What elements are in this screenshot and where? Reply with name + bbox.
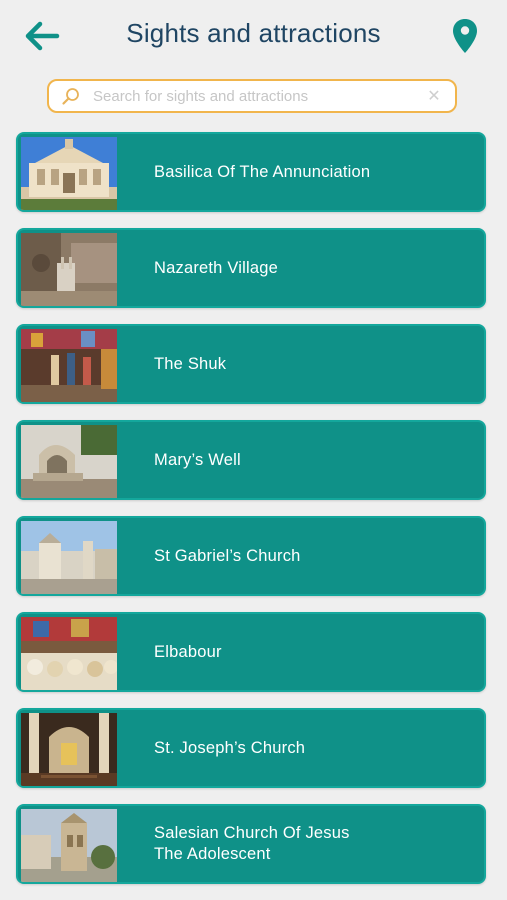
list-item[interactable]: Salesian Church Of Jesus The Adolescent bbox=[16, 804, 486, 884]
attraction-thumbnail bbox=[21, 713, 117, 786]
list-item[interactable]: St. Joseph’s Church bbox=[16, 708, 486, 788]
attraction-thumbnail bbox=[21, 425, 117, 498]
list-item[interactable]: Basilica Of The Annunciation bbox=[16, 132, 486, 212]
attraction-thumbnail bbox=[21, 329, 117, 402]
attraction-thumbnail bbox=[21, 521, 117, 594]
attraction-name: Basilica Of The Annunciation bbox=[154, 162, 371, 181]
list-item[interactable]: Elbabour bbox=[16, 612, 486, 692]
map-button[interactable] bbox=[450, 16, 480, 56]
attraction-thumbnail bbox=[21, 233, 117, 306]
search-bar: ✕ bbox=[47, 79, 457, 113]
clear-search-icon[interactable]: ✕ bbox=[423, 86, 445, 106]
map-pin-icon bbox=[453, 19, 477, 53]
attraction-name: St Gabriel’s Church bbox=[154, 546, 301, 565]
attraction-thumbnail bbox=[21, 809, 117, 882]
page-title: Sights and attractions bbox=[126, 18, 381, 48]
attraction-name: Elbabour bbox=[154, 642, 222, 661]
attractions-list: Basilica Of The Annunciation Nazareth Vi… bbox=[16, 132, 486, 900]
list-item[interactable]: Mary’s Well bbox=[16, 420, 486, 500]
search-icon bbox=[61, 86, 83, 106]
list-item[interactable]: Nazareth Village bbox=[16, 228, 486, 308]
attraction-name: Nazareth Village bbox=[154, 258, 278, 277]
attraction-name: St. Joseph’s Church bbox=[154, 738, 306, 757]
attraction-thumbnail bbox=[21, 137, 117, 210]
attraction-name: The Shuk bbox=[154, 354, 227, 373]
attraction-thumbnail bbox=[21, 617, 117, 690]
search-input[interactable] bbox=[93, 87, 423, 105]
list-item[interactable]: The Shuk bbox=[16, 324, 486, 404]
attraction-name: Salesian Church Of Jesus The Adolescent bbox=[154, 824, 350, 863]
attraction-name: Mary’s Well bbox=[154, 450, 241, 469]
app-header: Sights and attractions bbox=[0, 0, 507, 72]
list-item[interactable]: St Gabriel’s Church bbox=[16, 516, 486, 596]
